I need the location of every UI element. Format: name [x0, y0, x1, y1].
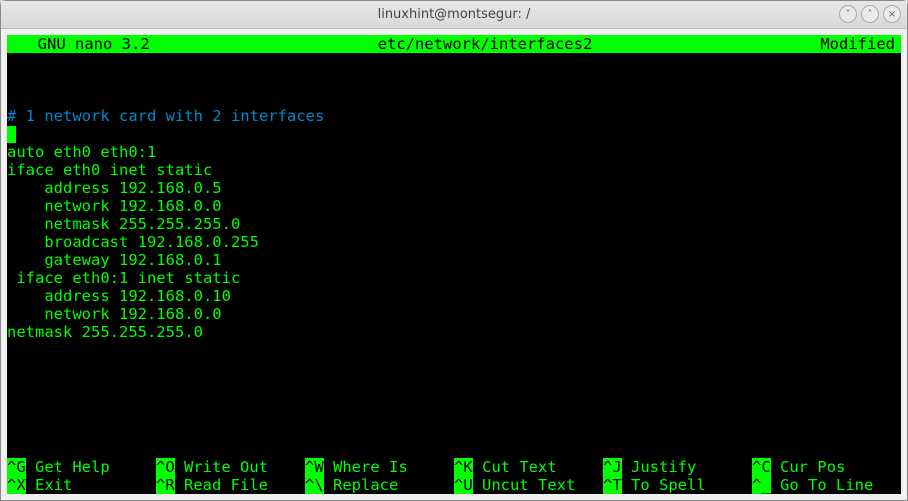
window-controls: ˅ ˄ ×: [839, 5, 901, 23]
editor-comment-line: # 1 network card with 2 interfaces: [7, 107, 324, 125]
shortcut-cur-pos[interactable]: ^C Cur Pos: [752, 458, 901, 476]
shortcut-go-to-line[interactable]: ^_ Go To Line: [752, 476, 901, 494]
shortcut-replace[interactable]: ^\ Replace: [305, 476, 454, 494]
editor-area[interactable]: # 1 network card with 2 interfaces auto …: [7, 53, 901, 458]
nano-header: GNU nano 3.2 etc/network/interfaces2 Mod…: [7, 35, 901, 53]
editor-body: auto eth0 eth0:1 iface eth0 inet static …: [7, 143, 259, 341]
shortcut-write-out[interactable]: ^O Write Out: [156, 458, 305, 476]
shortcut-where-is[interactable]: ^W Where Is: [305, 458, 454, 476]
terminal-window: linuxhint@montsegur: / ˅ ˄ × GNU nano 3.…: [0, 0, 908, 501]
window-title: linuxhint@montsegur: /: [1, 7, 907, 22]
terminal-viewport[interactable]: GNU nano 3.2 etc/network/interfaces2 Mod…: [7, 35, 901, 494]
shortcut-get-help[interactable]: ^G Get Help: [7, 458, 156, 476]
titlebar: linuxhint@montsegur: / ˅ ˄ ×: [1, 1, 907, 29]
close-button[interactable]: ×: [883, 5, 901, 23]
shortcut-justify[interactable]: ^J Justify: [603, 458, 752, 476]
shortcut-uncut-text[interactable]: ^U Uncut Text: [454, 476, 603, 494]
maximize-button[interactable]: ˄: [861, 5, 879, 23]
shortcut-read-file[interactable]: ^R Read File: [156, 476, 305, 494]
nano-file-path: etc/network/interfaces2: [150, 35, 821, 53]
nano-app-version: GNU nano 3.2: [7, 35, 150, 53]
shortcut-cut-text[interactable]: ^K Cut Text: [454, 458, 603, 476]
cursor-icon: [7, 126, 16, 143]
nano-status: Modified: [820, 35, 901, 53]
minimize-button[interactable]: ˅: [839, 5, 857, 23]
shortcut-to-spell[interactable]: ^T To Spell: [603, 476, 752, 494]
nano-shortcut-bar: ^G Get Help ^O Write Out ^W Where Is ^K …: [7, 458, 901, 494]
shortcut-exit[interactable]: ^X Exit: [7, 476, 156, 494]
